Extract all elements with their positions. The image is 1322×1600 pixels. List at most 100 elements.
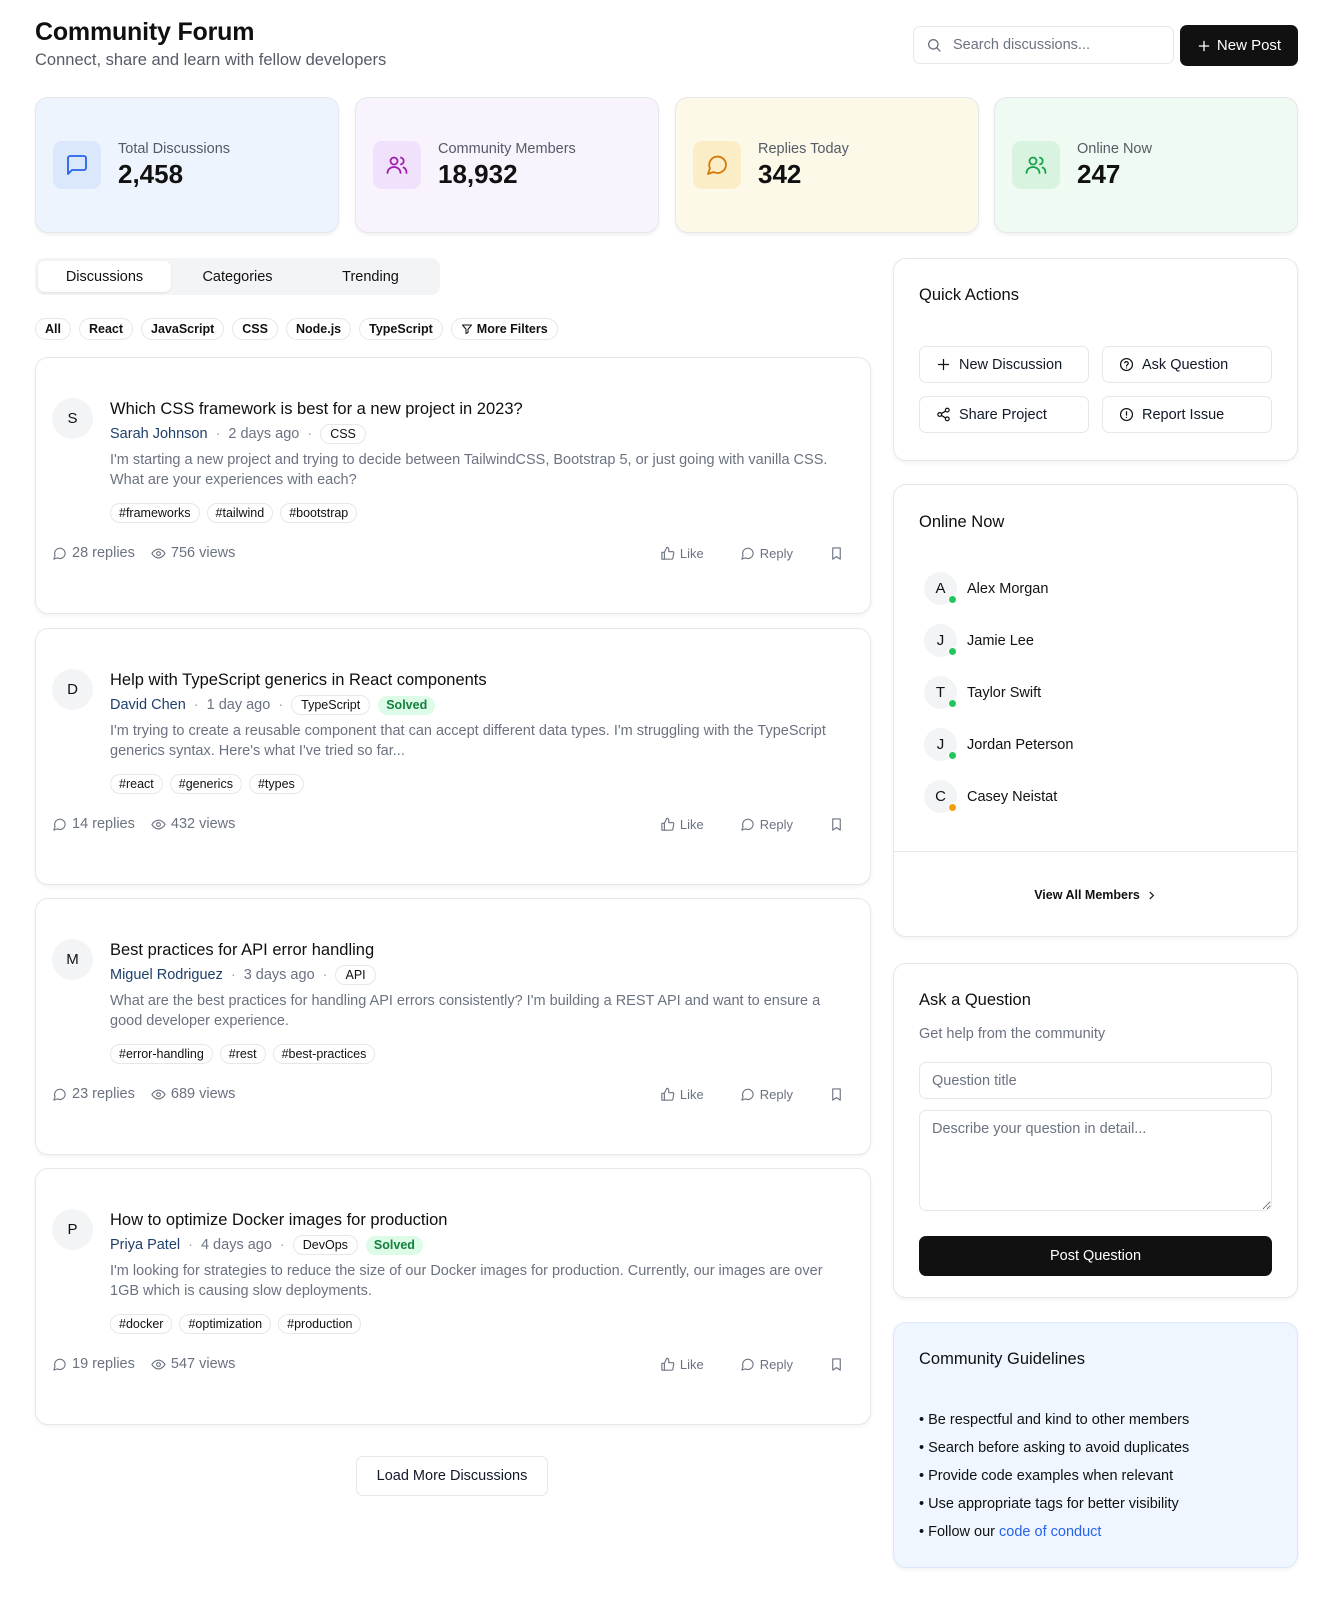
reply-count-label: 28 replies bbox=[72, 545, 135, 561]
filter-chip-react[interactable]: React bbox=[78, 318, 134, 340]
load-more-button[interactable]: Load More Discussions bbox=[356, 1456, 548, 1496]
author-name[interactable]: Miguel Rodriguez bbox=[110, 967, 223, 983]
tag-chip[interactable]: #tailwind bbox=[206, 503, 274, 523]
tag-chip[interactable]: #production bbox=[278, 1314, 362, 1334]
tag-list: #error-handling #rest #best-practices bbox=[110, 1044, 850, 1064]
discussion-excerpt: I'm looking for strategies to reduce the… bbox=[110, 1263, 823, 1299]
like-button[interactable]: Like bbox=[660, 546, 704, 561]
online-member[interactable]: C Casey Neistat bbox=[924, 780, 1057, 813]
discussion-card[interactable]: D Help with TypeScript generics in React… bbox=[35, 628, 871, 885]
discussion-card[interactable]: S Which CSS framework is best for a new … bbox=[35, 357, 871, 614]
stat-card-replies-today: Replies Today 342 bbox=[675, 97, 979, 233]
thumbs-up-icon bbox=[661, 1087, 675, 1101]
like-button[interactable]: Like bbox=[660, 1357, 704, 1372]
avatar-initial: M bbox=[66, 951, 79, 968]
tab-trending[interactable]: Trending bbox=[304, 261, 437, 292]
filter-chip-javascript[interactable]: JavaScript bbox=[141, 318, 225, 340]
tab-discussions[interactable]: Discussions bbox=[38, 261, 171, 292]
like-button[interactable]: Like bbox=[660, 1087, 704, 1102]
discussion-footer: 14 replies 432 views Like Reply bbox=[52, 815, 844, 833]
post-question-button[interactable]: Post Question bbox=[919, 1236, 1272, 1276]
stat-icon-wrap bbox=[693, 141, 741, 189]
report-issue-button[interactable]: Report Issue bbox=[1102, 396, 1272, 433]
reply-button[interactable]: Reply bbox=[740, 1357, 793, 1372]
online-member[interactable]: J Jamie Lee bbox=[924, 624, 1034, 657]
discussion-card[interactable]: M Best practices for API error handling … bbox=[35, 898, 871, 1155]
reply-button[interactable]: Reply bbox=[740, 546, 793, 561]
ask-question-title: Ask a Question bbox=[919, 991, 1031, 1009]
reply-button[interactable]: Reply bbox=[740, 817, 793, 832]
discussion-title[interactable]: How to optimize Docker images for produc… bbox=[110, 1211, 850, 1230]
like-button[interactable]: Like bbox=[660, 817, 704, 832]
question-title-input[interactable] bbox=[919, 1062, 1272, 1099]
bookmark-button[interactable] bbox=[829, 817, 844, 832]
discussion-meta: Sarah Johnson · 2 days ago · CSS bbox=[110, 424, 850, 444]
tag-chip[interactable]: #types bbox=[248, 774, 304, 794]
ask-question-button[interactable]: Ask Question bbox=[1102, 346, 1272, 383]
reply-button[interactable]: Reply bbox=[740, 1087, 793, 1102]
tag-chip[interactable]: #docker bbox=[110, 1314, 173, 1334]
view-all-members-link[interactable]: View All Members bbox=[894, 888, 1297, 902]
category-badge[interactable]: TypeScript bbox=[291, 695, 371, 715]
view-count: 547 views bbox=[151, 1356, 235, 1372]
share-project-button[interactable]: Share Project bbox=[919, 396, 1089, 433]
author-avatar[interactable]: M bbox=[52, 939, 93, 980]
filter-chip-all[interactable]: All bbox=[35, 318, 71, 340]
bookmark-button[interactable] bbox=[829, 1087, 844, 1102]
avatar-initial: J bbox=[936, 632, 945, 649]
question-detail-textarea[interactable] bbox=[919, 1110, 1272, 1211]
author-avatar[interactable]: P bbox=[52, 1209, 93, 1250]
filter-chip-typescript[interactable]: TypeScript bbox=[359, 318, 443, 340]
online-member[interactable]: J Jordan Peterson bbox=[924, 728, 1073, 761]
tag-chip[interactable]: #optimization bbox=[179, 1314, 272, 1334]
tag-list: #frameworks #tailwind #bootstrap bbox=[110, 503, 850, 523]
post-time: 3 days ago bbox=[243, 967, 315, 983]
discussion-title[interactable]: Which CSS framework is best for a new pr… bbox=[110, 400, 850, 419]
tag-chip[interactable]: #generics bbox=[169, 774, 242, 794]
tag-chip[interactable]: #bootstrap bbox=[280, 503, 358, 523]
plus-icon bbox=[1198, 40, 1210, 51]
online-member[interactable]: T Taylor Swift bbox=[924, 676, 1041, 709]
new-post-button[interactable]: New Post bbox=[1180, 25, 1298, 66]
status-indicator bbox=[948, 595, 957, 604]
stat-value: 342 bbox=[758, 158, 802, 189]
bookmark-button[interactable] bbox=[829, 1357, 844, 1372]
tag-chip[interactable]: #error-handling bbox=[110, 1044, 213, 1064]
category-badge[interactable]: DevOps bbox=[292, 1235, 358, 1255]
like-label: Like bbox=[679, 1356, 704, 1372]
like-label: Like bbox=[679, 545, 704, 561]
author-avatar[interactable]: D bbox=[52, 669, 93, 710]
tag-chip[interactable]: #best-practices bbox=[272, 1044, 376, 1064]
tab-categories[interactable]: Categories bbox=[171, 261, 304, 292]
view-count-label: 689 views bbox=[170, 1086, 236, 1102]
meta-separator: · bbox=[322, 967, 328, 983]
filter-chip-nodejs[interactable]: Node.js bbox=[285, 318, 352, 340]
discussion-title[interactable]: Help with TypeScript generics in React c… bbox=[110, 671, 850, 690]
new-discussion-button[interactable]: New Discussion bbox=[919, 346, 1089, 383]
bookmark-icon bbox=[832, 1087, 841, 1101]
more-filters-button[interactable]: More Filters bbox=[450, 318, 558, 340]
author-avatar[interactable]: S bbox=[52, 398, 93, 439]
stat-value: 2,458 bbox=[118, 158, 184, 189]
new-post-label: New Post bbox=[1216, 37, 1282, 54]
category-badge[interactable]: CSS bbox=[320, 424, 366, 444]
discussion-title[interactable]: Best practices for API error handling bbox=[110, 941, 850, 960]
member-avatar: J bbox=[924, 728, 957, 761]
category-badge[interactable]: API bbox=[335, 965, 376, 985]
author-name[interactable]: Priya Patel bbox=[110, 1237, 180, 1253]
filter-chip-css[interactable]: CSS bbox=[232, 318, 278, 340]
search-box[interactable] bbox=[913, 26, 1174, 64]
tab-bar: Discussions Categories Trending bbox=[35, 258, 440, 295]
online-member[interactable]: A Alex Morgan bbox=[924, 572, 1048, 605]
author-name[interactable]: David Chen bbox=[110, 697, 186, 713]
tag-chip[interactable]: #rest bbox=[219, 1044, 266, 1064]
tag-chip[interactable]: #frameworks bbox=[110, 503, 200, 523]
author-name[interactable]: Sarah Johnson bbox=[110, 426, 208, 442]
discussion-card[interactable]: P How to optimize Docker images for prod… bbox=[35, 1168, 871, 1425]
meta-separator: · bbox=[307, 426, 313, 442]
code-of-conduct-link[interactable]: code of conduct bbox=[999, 1524, 1101, 1540]
tag-chip[interactable]: #react bbox=[110, 774, 163, 794]
search-input[interactable] bbox=[953, 37, 1153, 53]
ask-question-panel: Ask a Question Get help from the communi… bbox=[893, 963, 1298, 1298]
bookmark-button[interactable] bbox=[829, 546, 844, 561]
